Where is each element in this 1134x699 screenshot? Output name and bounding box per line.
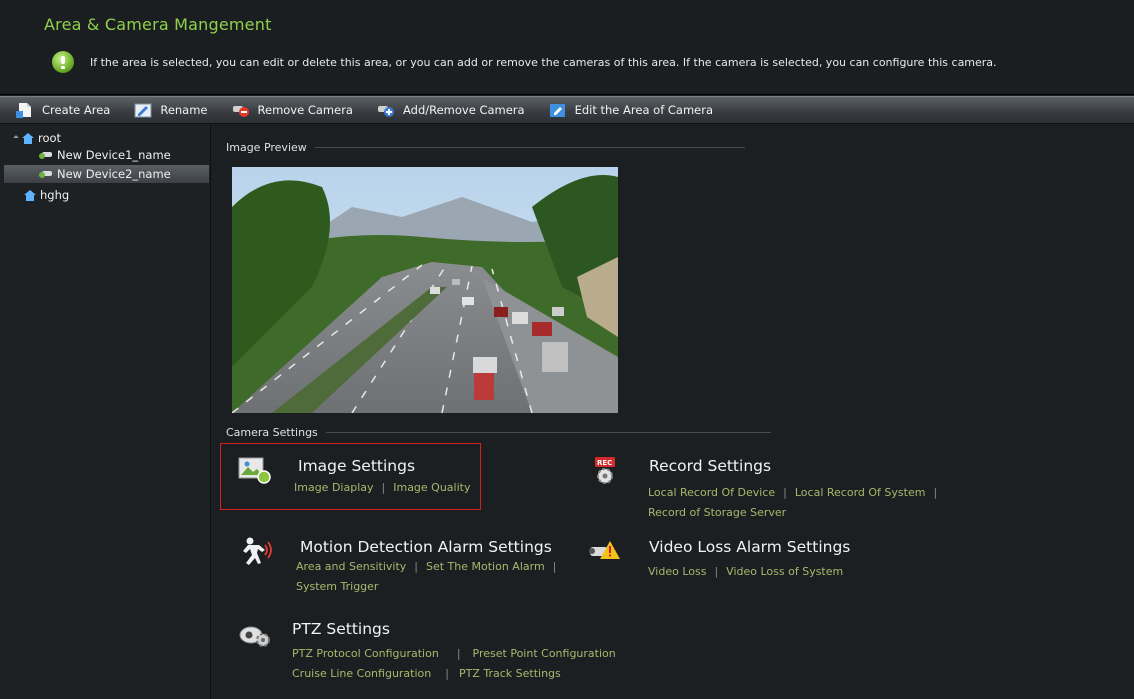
expand-arrow-icon[interactable]	[13, 135, 19, 141]
record-of-storage-server-link[interactable]: Record of Storage Server	[648, 506, 786, 519]
add-remove-camera-button[interactable]: Add/Remove Camera	[377, 102, 525, 118]
tree-item-device2[interactable]: New Device2_name	[4, 165, 209, 183]
image-preview-label: Image Preview	[226, 141, 307, 154]
rename-button[interactable]: Rename	[134, 102, 208, 118]
motion-detection-title[interactable]: Motion Detection Alarm Settings	[300, 538, 552, 556]
preset-point-configuration-link[interactable]: Preset Point Configuration	[473, 647, 616, 660]
remove-camera-button[interactable]: Remove Camera	[232, 102, 353, 118]
divider	[325, 432, 771, 433]
image-settings-links: Image Diaplay | Image Quality	[294, 478, 471, 498]
image-settings-title[interactable]: Image Settings	[298, 457, 415, 475]
add-remove-camera-label: Add/Remove Camera	[402, 103, 525, 117]
record-settings-title[interactable]: Record Settings	[649, 457, 771, 475]
tree-root-label: root	[38, 131, 62, 145]
edit-area-of-camera-button[interactable]: Edit the Area of Camera	[549, 102, 713, 118]
tree-device1-label: New Device1_name	[57, 148, 171, 162]
image-preview-section: Image Preview	[226, 141, 745, 154]
ptz-camera-icon[interactable]	[238, 620, 272, 650]
tree-item-hghg[interactable]: hghg	[24, 186, 69, 204]
home-icon	[22, 132, 34, 144]
link-separator: |	[456, 647, 461, 660]
ptz-track-settings-link[interactable]: PTZ Track Settings	[459, 667, 561, 680]
video-loss-link[interactable]: Video Loss	[648, 565, 706, 578]
page-title: Area & Camera Mangement	[44, 15, 272, 34]
video-loss-of-system-link[interactable]: Video Loss of System	[726, 565, 843, 578]
ptz-protocol-configuration-link[interactable]: PTZ Protocol Configuration	[292, 647, 439, 660]
camera-icon	[39, 171, 52, 178]
link-separator: |	[381, 481, 386, 494]
rename-icon	[134, 103, 152, 118]
record-settings-links: Local Record Of Device | Local Record Of S…	[648, 483, 945, 523]
cruise-line-configuration-link[interactable]: Cruise Line Configuration	[292, 667, 431, 680]
image-settings-icon[interactable]	[238, 455, 272, 485]
edit-area-icon	[549, 104, 565, 117]
info-row: If the area is selected, you can edit or…	[52, 51, 997, 73]
image-quality-link[interactable]: Image Quality	[393, 481, 470, 494]
tree-device2-label: New Device2_name	[57, 167, 171, 181]
svg-text:REC: REC	[597, 459, 612, 467]
remove-camera-icon	[232, 106, 249, 117]
rename-label: Rename	[160, 103, 208, 117]
image-display-link[interactable]: Image Diaplay	[294, 481, 374, 494]
set-the-motion-alarm-link[interactable]: Set The Motion Alarm	[426, 560, 545, 573]
system-trigger-link[interactable]: System Trigger	[296, 580, 378, 593]
ptz-settings-title[interactable]: PTZ Settings	[292, 620, 390, 638]
camera-settings-section: Camera Settings	[226, 426, 771, 439]
camera-preview-image	[232, 167, 618, 413]
link-separator: |	[933, 486, 938, 499]
link-separator: |	[783, 486, 787, 499]
main-panel: Image Preview Camera Settings Image Sett…	[212, 125, 1134, 699]
video-loss-title[interactable]: Video Loss Alarm Settings	[649, 538, 850, 556]
local-record-of-device-link[interactable]: Local Record Of Device	[648, 486, 775, 499]
video-loss-icon[interactable]	[588, 535, 622, 565]
highway-scene-image	[232, 167, 618, 413]
create-area-icon	[16, 103, 31, 118]
link-separator: |	[414, 560, 418, 573]
link-separator: |	[445, 667, 449, 680]
area-and-sensitivity-link[interactable]: Area and Sensitivity	[296, 560, 406, 573]
link-separator: |	[552, 560, 557, 573]
record-settings-icon[interactable]: REC	[592, 455, 626, 485]
create-area-button[interactable]: Create Area	[16, 102, 110, 118]
tree-hghg-label: hghg	[40, 188, 70, 202]
camera-settings-label: Camera Settings	[226, 426, 318, 439]
add-remove-camera-icon	[377, 106, 394, 117]
edit-area-of-camera-label: Edit the Area of Camera	[574, 103, 714, 117]
info-bulb-icon	[52, 51, 74, 73]
header: Area & Camera Mangement If the area is s…	[0, 0, 1134, 95]
tree-root[interactable]: root	[13, 129, 62, 147]
create-area-label: Create Area	[42, 103, 111, 117]
local-record-of-system-link[interactable]: Local Record Of System	[795, 486, 926, 499]
tree-item-device1[interactable]: New Device1_name	[38, 146, 208, 164]
motion-detection-links: Area and Sensitivity | Set The Motion Alar…	[296, 557, 564, 597]
info-text: If the area is selected, you can edit or…	[90, 55, 997, 69]
remove-camera-label: Remove Camera	[257, 103, 353, 117]
home-icon	[24, 189, 36, 201]
ptz-settings-links: PTZ Protocol Configuration | Preset Point …	[292, 644, 616, 684]
camera-icon	[39, 152, 52, 159]
area-tree-sidebar: root New Device1_name New Device2_name h…	[0, 125, 211, 699]
toolbar: Create Area Rename Remove Camera Add/Rem…	[0, 96, 1134, 124]
link-separator: |	[714, 565, 719, 578]
motion-detection-icon[interactable]	[240, 537, 274, 567]
divider	[314, 147, 745, 148]
video-loss-links: Video Loss | Video Loss of System	[648, 562, 843, 582]
